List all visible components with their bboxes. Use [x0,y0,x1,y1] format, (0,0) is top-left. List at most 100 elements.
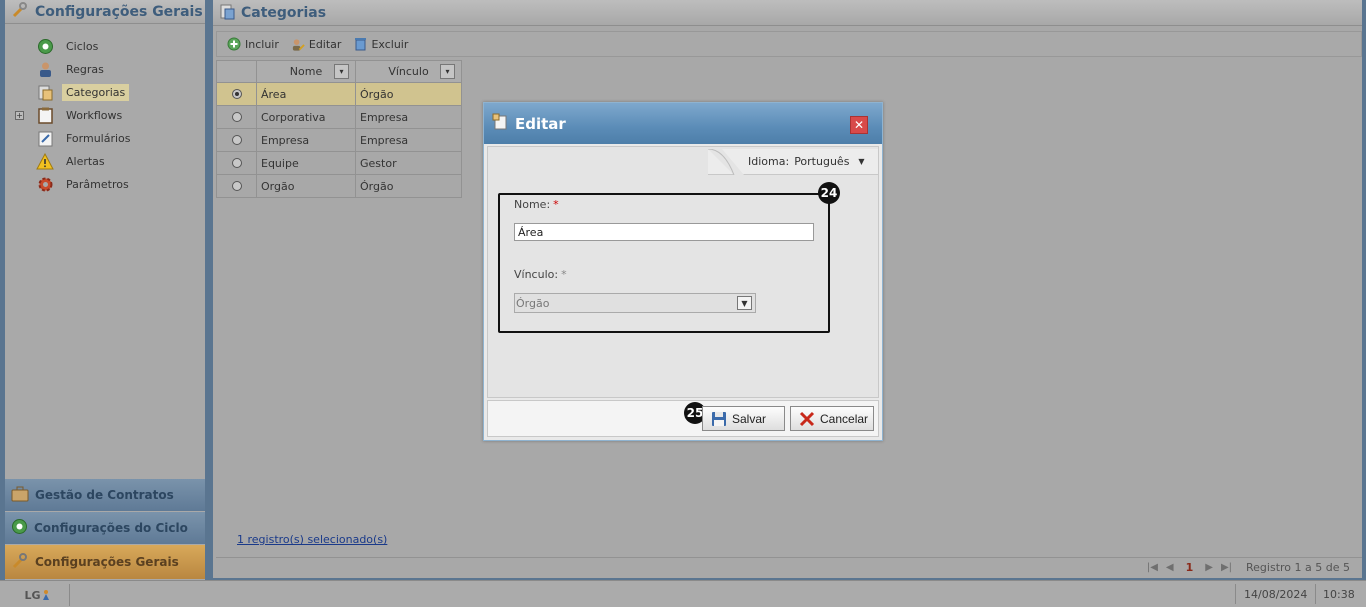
close-icon[interactable]: ✕ [850,116,868,134]
table-row[interactable]: Equipe Gestor [216,152,462,175]
navigation-tree: Ciclos Regras Categorias + Workflows For… [5,35,205,196]
nome-value: Área [518,225,544,239]
tree-item-label: Ciclos [66,40,99,53]
status-time: 10:38 [1315,584,1362,604]
cell-nome: Corporativa [256,106,355,128]
delete-button[interactable]: Excluir [353,37,408,51]
accordion-configuracoes-ciclo[interactable]: Configurações do Ciclo [5,512,205,544]
save-button[interactable]: Salvar [702,406,785,431]
vinculo-value: Órgão [516,296,550,310]
table-row[interactable]: Corporativa Empresa [216,106,462,129]
row-select-cell [216,129,256,151]
column-label: Vínculo [388,65,429,78]
page-title: Categorias [241,4,327,21]
accordion-configuracoes-gerais[interactable]: Configurações Gerais [5,545,205,579]
caret-down-icon: ▼ [858,157,865,166]
row-radio[interactable] [231,112,242,122]
cycle-config-icon [11,518,28,538]
row-select-cell [216,175,256,197]
cell-nome: Empresa [256,129,355,151]
row-select-cell [216,106,256,128]
dialog-title: Editar [515,114,566,133]
tree-item-label: Categorias [62,84,130,101]
cell-vinculo: Gestor [355,152,462,174]
add-label: Incluir [245,37,279,51]
column-header-nome[interactable]: Nome ▾ [256,61,355,82]
cancel-label: Cancelar [820,411,869,426]
accordion-label: Gestão de Contratos [35,488,174,502]
grid-header-select [216,61,256,82]
language-value: Português [794,155,850,168]
next-page-icon[interactable]: ▶ [1205,562,1213,573]
vinculo-select[interactable]: Órgão ▼ [514,293,756,313]
filter-icon[interactable]: ▾ [334,64,349,79]
cell-vinculo: Órgão [355,83,462,105]
row-radio[interactable] [231,158,242,168]
categories-icon [219,3,236,23]
tree-item-parametros[interactable]: Parâmetros [5,173,205,196]
main-panel-header: Categorias [213,0,1362,26]
edit-button[interactable]: Editar [291,37,342,51]
add-button[interactable]: Incluir [227,37,279,51]
table-row[interactable]: Empresa Empresa [216,129,462,152]
first-page-icon[interactable]: |◀ [1147,562,1158,573]
expand-icon[interactable]: + [15,111,24,120]
tree-item-alertas[interactable]: Alertas [5,150,205,173]
selection-count-link[interactable]: 1 registro(s) selecionado(s) [237,533,387,546]
tree-item-label: Regras [66,63,104,76]
status-bar: LG 14/08/2024 10:38 [0,580,1366,607]
cell-vinculo: Órgão [355,175,462,197]
required-mark: * [553,198,559,211]
pager-info: Registro 1 a 5 de 5 [1246,561,1350,574]
last-page-icon[interactable]: ▶| [1221,562,1232,573]
column-header-vinculo[interactable]: Vínculo ▾ [355,61,462,82]
accordion-gestao-contratos[interactable]: Gestão de Contratos [5,479,205,511]
categories-icon [35,84,55,102]
tree-item-ciclos[interactable]: Ciclos [5,35,205,58]
tree-item-regras[interactable]: Regras [5,58,205,81]
plus-icon [227,37,241,51]
tree-item-categorias[interactable]: Categorias [5,81,205,104]
left-panel-header: Configurações Gerais [5,0,205,24]
gear-icon [35,176,55,194]
cancel-button[interactable]: Cancelar [790,406,874,431]
dialog-footer: 25 Salvar Cancelar [487,400,879,437]
chevron-down-icon[interactable]: ▼ [737,296,752,310]
tree-item-label: Alertas [66,155,105,168]
tree-item-label: Parâmetros [66,178,129,191]
prev-page-icon[interactable]: ◀ [1166,562,1174,573]
trash-icon [353,37,367,51]
row-radio[interactable] [231,135,242,145]
tree-item-label: Formulários [66,132,131,145]
cell-nome: Orgão [256,175,355,197]
vinculo-field-label: Vínculo: * [514,268,567,281]
floppy-disk-icon [711,411,727,427]
save-label: Salvar [732,411,767,426]
logo-mark-icon [42,590,49,600]
row-select-cell [216,152,256,174]
nome-input[interactable]: Área [514,223,814,241]
tree-item-formularios[interactable]: Formulários [5,127,205,150]
row-radio[interactable] [231,181,242,191]
tree-item-workflows[interactable]: + Workflows [5,104,205,127]
cell-vinculo: Empresa [355,106,462,128]
filter-icon[interactable]: ▾ [440,64,455,79]
contracts-icon [11,486,29,505]
edit-label: Editar [308,37,342,51]
status-date: 14/08/2024 [1235,584,1315,604]
pager: |◀ ◀ 1 ▶ ▶| Registro 1 a 5 de 5 [216,557,1362,577]
language-selector[interactable]: Idioma: Português ▼ [708,149,878,175]
row-radio[interactable] [231,89,242,99]
language-label: Idioma: [748,155,790,168]
warning-icon [35,153,55,171]
table-row[interactable]: Área Órgão [216,83,462,106]
dialog-titlebar[interactable]: Editar ✕ [484,103,882,144]
column-label: Nome [289,65,323,78]
tree-item-label: Workflows [66,109,123,122]
nome-field-label: Nome: * [514,198,559,211]
edit-user-icon [291,37,305,51]
current-page[interactable]: 1 [1186,561,1194,574]
cell-nome: Área [256,83,355,105]
table-row[interactable]: Orgão Órgão [216,175,462,198]
form-icon [35,130,55,148]
